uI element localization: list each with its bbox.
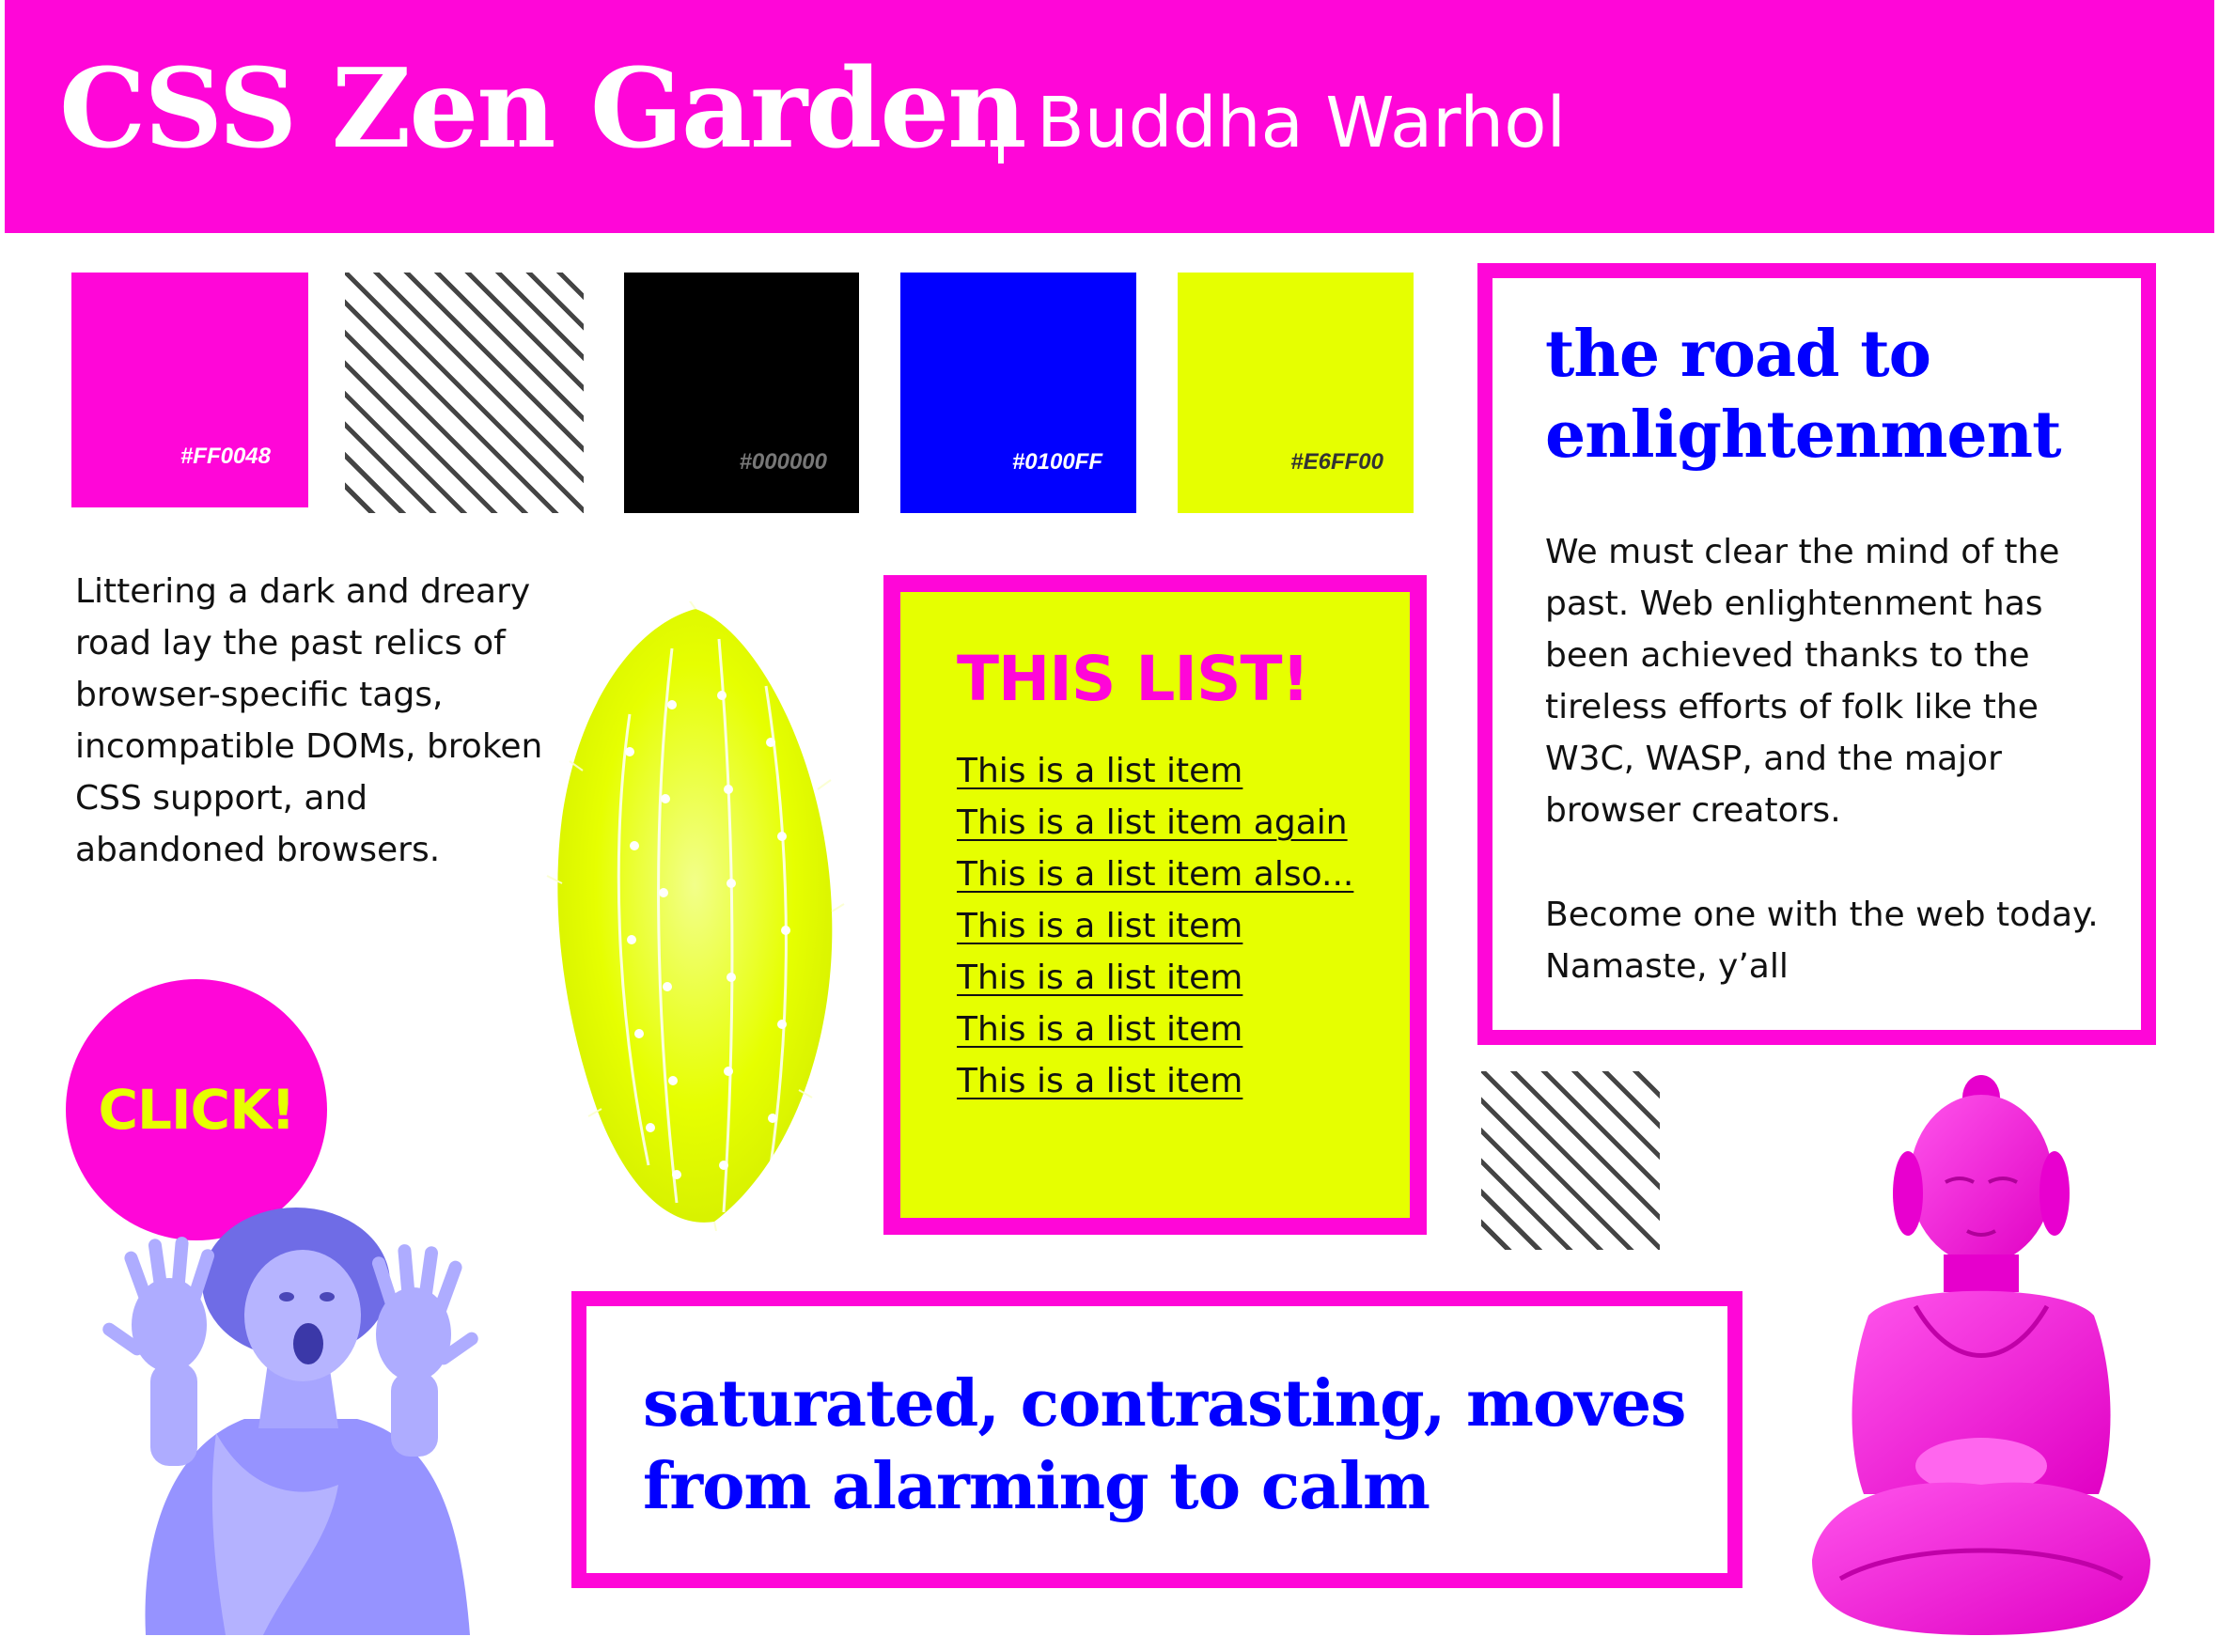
swatch-hex-label: #E6FF00 [1290,449,1383,475]
list-item-link[interactable]: This is a list item [957,752,1242,790]
link-list: This is a list item This is a list item … [957,752,1353,1114]
swatch-magenta: #FF0048 [71,273,308,507]
swatch-hex-label: #0100FF [1011,449,1102,475]
swatch-stripes [345,273,584,513]
swatch-black: #000000 [624,273,859,513]
list-item-link[interactable]: This is a list item also... [957,855,1353,894]
enlightenment-title: the road to enlightenment [1545,317,2062,473]
site-subtitle: Buddha Warhol [1037,83,1567,164]
list-item-link[interactable]: This is a list item [957,1010,1242,1049]
list-item-link[interactable]: This is a list item [957,958,1242,997]
screaming-woman-icon [102,1208,478,1635]
quote-text: saturated, contrasting, moves from alarm… [643,1366,1686,1524]
enlightenment-closing: Become one with the web today. Namaste, … [1545,896,2099,986]
list-item-link[interactable]: This is a list item [957,907,1242,945]
list-item-link[interactable]: This is a list item again [957,803,1348,842]
list-title: THIS LIST! [957,643,1310,715]
cactus-icon [546,601,845,1231]
site-title: CSS Zen Garden [59,45,1026,173]
swatch-hex-label: #FF0048 [180,444,271,469]
list-item: This is a list item again [957,803,1353,855]
click-button-label: CLICK! [98,1078,295,1142]
swatch-blue: #0100FF [900,273,1136,513]
list-item-link[interactable]: This is a list item [957,1062,1242,1100]
stripes-pattern [1481,1071,1660,1250]
list-box: THIS LIST! This is a list item This is a… [883,575,1427,1235]
list-item: This is a list item [957,907,1353,958]
list-item: This is a list item [957,1062,1353,1114]
swatch-hex-label: #000000 [739,449,827,475]
quote-box: saturated, contrasting, moves from alarm… [571,1291,1742,1588]
list-item: This is a list item also... [957,855,1353,907]
enlightenment-paragraph: We must clear the mind of the past. Web … [1545,533,2060,830]
enlightenment-box: the road to enlightenment We must clear … [1477,263,2156,1045]
list-item: This is a list item [957,752,1353,803]
title-separator [998,105,1004,164]
buddha-statue-icon [1812,1075,2150,1635]
intro-paragraph: Littering a dark and dreary road lay the… [75,572,543,869]
list-item: This is a list item [957,958,1353,1010]
click-button[interactable]: CLICK! [66,979,327,1240]
swatch-lime: #E6FF00 [1178,273,1414,513]
list-item: This is a list item [957,1010,1353,1062]
